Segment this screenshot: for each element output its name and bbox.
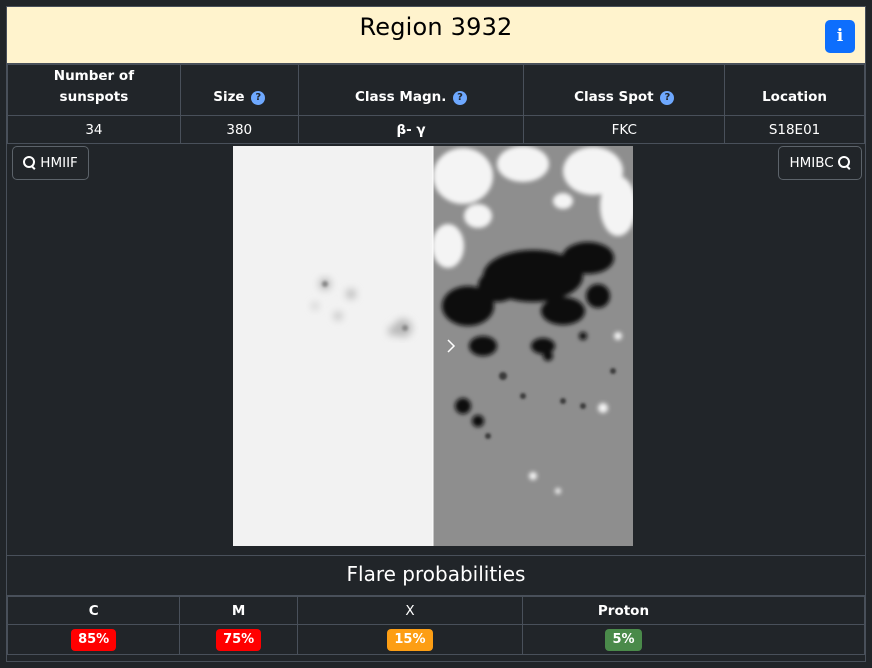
header-proton: Proton <box>521 596 866 625</box>
region-card: Region 3932 i Number of sunspots Size ? … <box>6 6 866 662</box>
header-flare-c: C <box>6 596 181 625</box>
properties-table: Number of sunspots Size ? Class Magn. ? … <box>7 64 865 144</box>
proton-badge: 5% <box>605 628 642 651</box>
continuum-image <box>233 146 433 546</box>
header-flare-m: M <box>179 596 298 625</box>
zoom-in-icon <box>23 156 36 169</box>
help-icon[interactable]: ? <box>251 91 266 105</box>
image-comparison-area: HMIIF HMIBC <box>7 142 865 556</box>
region-title: Region 3932 <box>359 13 513 41</box>
header-class-magn: Class Magn. ? <box>297 64 525 116</box>
header-flare-x: X <box>296 596 523 625</box>
image-comparison-slider[interactable] <box>233 146 633 546</box>
hmiif-zoom-button[interactable]: HMIIF <box>12 146 89 180</box>
zoom-in-icon <box>838 156 851 169</box>
value-location: S18E01 <box>724 115 865 144</box>
info-button[interactable]: i <box>825 20 855 53</box>
value-num-sunspots: 34 <box>7 115 181 144</box>
hmibc-zoom-button[interactable]: HMIBC <box>778 146 862 180</box>
help-icon[interactable]: ? <box>453 91 468 105</box>
region-header: Region 3932 i <box>7 7 865 64</box>
header-class-spot: Class Spot ? <box>523 64 726 116</box>
value-class-spot: FKC <box>523 115 726 144</box>
magnetogram-image <box>432 146 633 546</box>
header-size: Size ? <box>179 64 299 116</box>
value-class-magn: β- γ <box>297 115 525 144</box>
help-icon[interactable]: ? <box>660 91 675 105</box>
flare-c-badge: 85% <box>71 628 117 651</box>
header-location: Location <box>724 64 865 116</box>
info-icon: i <box>836 26 844 46</box>
flare-x-badge: 15% <box>387 628 433 651</box>
table-row: 85% 75% 15% 5% <box>6 624 866 655</box>
value-size: 380 <box>179 115 299 144</box>
flare-table: C M X Proton 85% 75% 15% 5% <box>6 596 866 655</box>
header-num-sunspots: Number of sunspots <box>7 64 181 116</box>
table-row: 34 380 β- γ FKC S18E01 <box>7 115 865 144</box>
flare-probabilities-title: Flare probabilities <box>7 556 865 596</box>
flare-m-badge: 75% <box>216 628 262 651</box>
